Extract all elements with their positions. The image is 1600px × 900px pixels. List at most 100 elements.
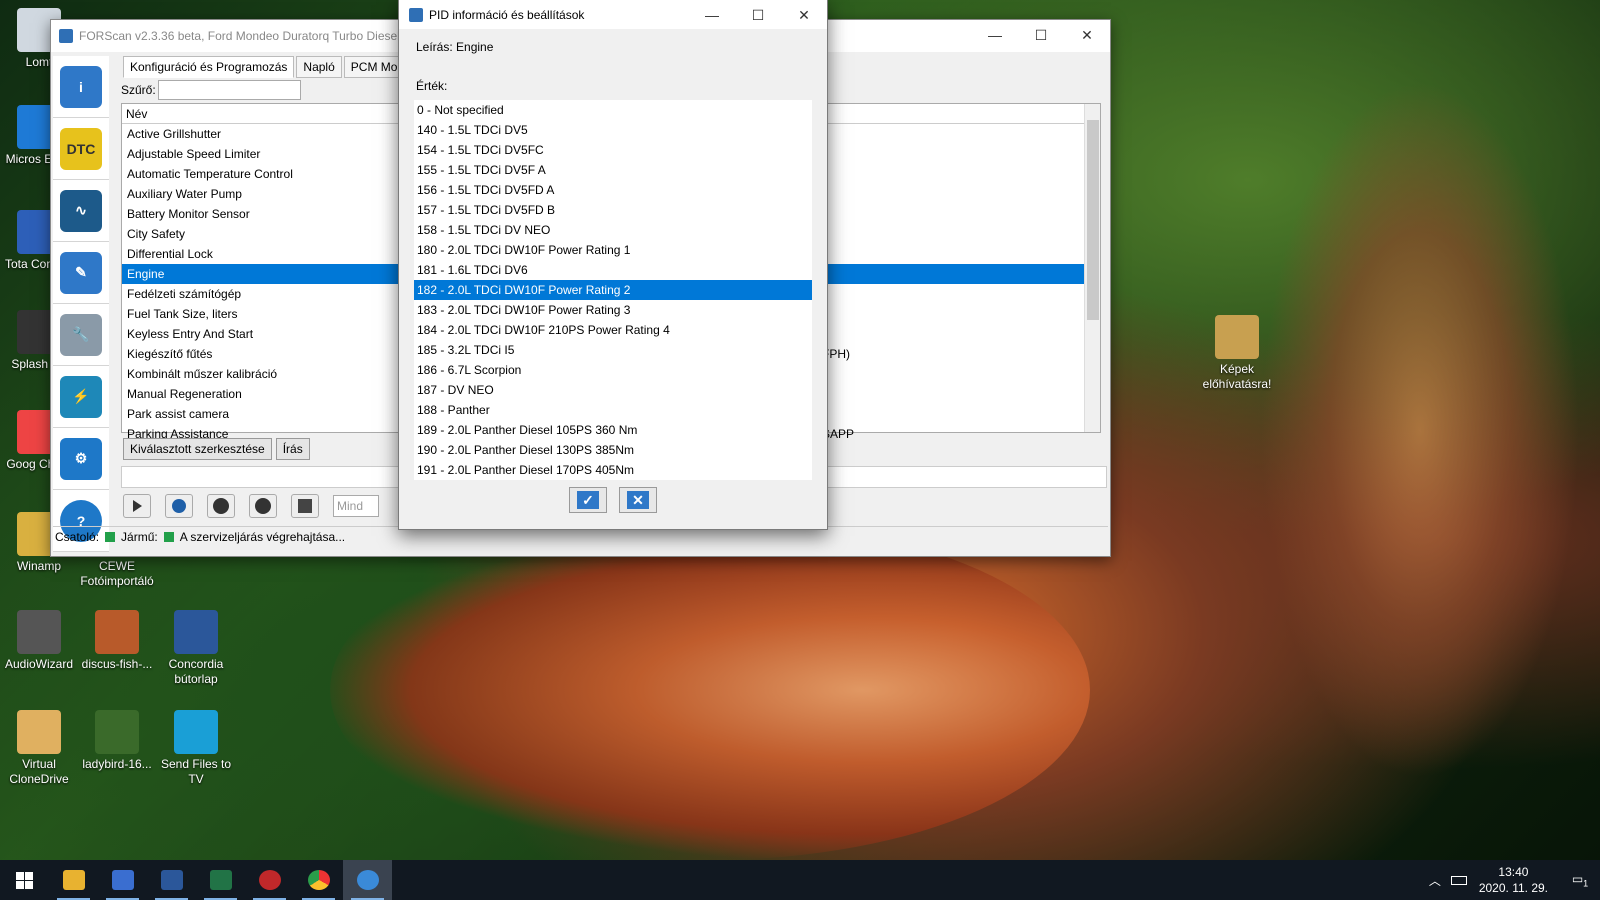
list-item[interactable]: 157 - 1.5L TDCi DV5FD B [414, 200, 812, 220]
list-item[interactable]: 182 - 2.0L TDCi DW10F Power Rating 2 [414, 280, 812, 300]
scrollbar-thumb[interactable] [1087, 120, 1099, 320]
taskbar-chrome[interactable] [294, 860, 343, 900]
desktop-icon-label: discus-fish-... [81, 657, 153, 671]
stop-icon [172, 499, 186, 513]
list-item[interactable]: 181 - 1.6L TDCi DV6 [414, 260, 812, 280]
list-item[interactable]: 156 - 1.5L TDCi DV5FD A [414, 180, 812, 200]
desktop-icon-label: Send Files to TV [160, 757, 232, 786]
adapter-status-indicator [105, 531, 116, 542]
ok-button[interactable]: ✓ [569, 487, 607, 513]
row-name: Engine [127, 267, 165, 281]
row-name: Adjustable Speed Limiter [127, 147, 261, 161]
notification-count: 1 [1583, 878, 1589, 889]
tab-pcm[interactable]: PCM Mo [343, 56, 405, 78]
taskbar-explorer[interactable] [49, 860, 98, 900]
vehicle-label: Jármű: [121, 529, 158, 544]
maximize-icon[interactable]: ☐ [1018, 20, 1064, 50]
list-item[interactable]: 187 - DV NEO [414, 380, 812, 400]
list-item[interactable]: 0 - Not specified [414, 100, 812, 120]
taskbar-app[interactable] [245, 860, 294, 900]
tab-config[interactable]: Konfiguráció és Programozás [123, 56, 295, 78]
write-button[interactable]: Írás [275, 438, 310, 460]
list-item[interactable]: 140 - 1.5L TDCi DV5 [414, 120, 812, 140]
sidebar-tests[interactable]: ✎ [53, 242, 109, 304]
desktop-icon-image [174, 710, 218, 754]
sidebar-service[interactable]: 🔧 [53, 304, 109, 366]
sidebar-vehicle-info[interactable]: i [53, 56, 109, 118]
gear-icon: ⚙ [60, 437, 102, 480]
status-message: A szervizeljárás végrehajtása... [179, 529, 346, 544]
desktop-icon-image [95, 710, 139, 754]
desktop-icon[interactable]: Send Files to TV [157, 710, 235, 787]
clock-date: 2020. 11. 29. [1478, 881, 1548, 895]
dialog-maximize-icon[interactable]: ☐ [735, 0, 781, 30]
row-name: City Safety [127, 227, 186, 241]
battery-icon[interactable] [1450, 875, 1467, 885]
desktop-icon[interactable]: discus-fish-... [78, 610, 156, 672]
row-name: Active Grillshutter [127, 127, 222, 141]
sidebar-config[interactable]: ⚡ [53, 366, 109, 428]
notification-icon[interactable]: ▭1 [1560, 872, 1600, 888]
list-item[interactable]: 185 - 3.2L TDCi I5 [414, 340, 812, 360]
desktop-icon-label: ladybird-16... [82, 757, 152, 771]
dialog-minimize-icon[interactable]: — [689, 0, 735, 30]
list-item[interactable]: 180 - 2.0L TDCi DW10F Power Rating 1 [414, 240, 812, 260]
delete-button[interactable] [249, 494, 277, 518]
filter-bar: Szűrő: [121, 80, 301, 100]
app-red-icon [258, 870, 281, 890]
reset-button[interactable] [207, 494, 235, 518]
tab-log[interactable]: Napló [296, 56, 342, 78]
desktop-icon[interactable]: Concordia bútorlap [157, 610, 235, 687]
edit-selected-button[interactable]: Kiválasztott szerkesztése [123, 438, 272, 460]
taskbar-word[interactable] [147, 860, 196, 900]
row-name: Manual Regeneration [127, 387, 242, 401]
grid-scrollbar[interactable] [1084, 104, 1100, 432]
save-button[interactable] [291, 494, 319, 518]
dialog-value-label: Érték: [416, 79, 448, 93]
clock-time: 13:40 [1498, 865, 1529, 879]
taskbar-totalcmd[interactable] [98, 860, 147, 900]
list-item[interactable]: 186 - 6.7L Scorpion [414, 360, 812, 380]
desktop-icon[interactable]: Virtual CloneDrive [0, 710, 78, 787]
start-button[interactable] [0, 860, 49, 900]
cancel-button[interactable]: ✕ [619, 487, 657, 513]
play-button[interactable] [123, 494, 151, 518]
dialog-close-icon[interactable]: ✕ [781, 0, 827, 30]
list-item[interactable]: 158 - 1.5L TDCi DV NEO [414, 220, 812, 240]
pid-dialog: PID információ és beállítások — ☐ ✕ Leír… [398, 0, 828, 530]
minimize-icon[interactable]: — [972, 20, 1018, 50]
taskbar-excel[interactable] [196, 860, 245, 900]
play-icon [132, 500, 142, 512]
sidebar-settings[interactable]: ⚙ [53, 428, 109, 490]
desktop-icon-image [17, 610, 61, 654]
chrome-icon [307, 870, 330, 890]
wallpaper-fish-right [1260, 80, 1580, 780]
trash-icon [255, 498, 271, 514]
filter-label: Szűrő: [121, 83, 156, 97]
list-item[interactable]: 188 - Panther [414, 400, 812, 420]
list-item[interactable]: 154 - 1.5L TDCi DV5FC [414, 140, 812, 160]
desktop-icon[interactable]: ladybird-16... [78, 710, 156, 772]
car-info-icon: i [60, 65, 102, 108]
desktop-icon[interactable]: Képek előhívatásra! [1198, 315, 1276, 392]
taskbar-forscan[interactable] [343, 860, 392, 900]
sidebar-dtc[interactable]: DTC [53, 118, 109, 180]
list-item[interactable]: 184 - 2.0L TDCi DW10F 210PS Power Rating… [414, 320, 812, 340]
close-icon[interactable]: ✕ [1064, 20, 1110, 50]
value-list: 0 - Not specified 140 - 1.5L TDCi DV5 154 … [414, 100, 812, 480]
row-name: Kiegészítő fűtés [127, 347, 213, 361]
list-item[interactable]: 183 - 2.0L TDCi DW10F Power Rating 3 [414, 300, 812, 320]
desktop-icon[interactable]: AudioWizard [0, 610, 78, 672]
row-name: Park assist camera [127, 407, 230, 421]
list-item[interactable]: 189 - 2.0L Panther Diesel 105PS 360 Nm [414, 420, 812, 440]
list-item[interactable]: 155 - 1.5L TDCi DV5F A [414, 160, 812, 180]
clock[interactable]: 13:40 2020. 11. 29. [1479, 864, 1548, 896]
filter-input[interactable] [157, 80, 301, 100]
stop-button[interactable] [165, 494, 193, 518]
mode-input[interactable] [333, 495, 379, 517]
list-item[interactable]: 190 - 2.0L Panther Diesel 130PS 385Nm [414, 440, 812, 460]
desktop-icon-image [174, 610, 218, 654]
list-item[interactable]: 191 - 2.0L Panther Diesel 170PS 405Nm [414, 460, 812, 480]
tray-chevron-icon[interactable]: ︿ [1429, 872, 1441, 889]
sidebar-oscilloscope[interactable]: ∿ [53, 180, 109, 242]
